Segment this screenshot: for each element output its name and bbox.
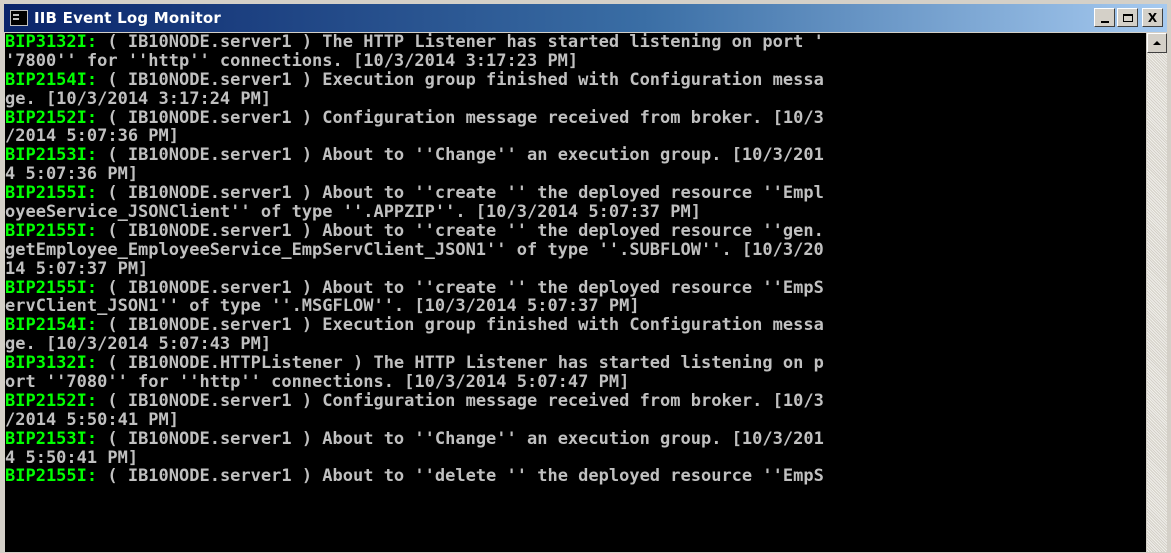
message-code: BIP2154I: bbox=[5, 315, 98, 336]
title-bar[interactable]: IIB Event Log Monitor X bbox=[4, 4, 1167, 32]
arrow-up-icon bbox=[1153, 41, 1161, 45]
window-controls: X bbox=[1094, 8, 1163, 27]
log-line: BIP2155I: ( IB10NODE.server1 ) About to … bbox=[5, 467, 1146, 486]
message-text: ( IB10NODE.HTTPListener ) The HTTP Liste… bbox=[97, 353, 824, 374]
message-text: 4 5:50:41 PM] bbox=[5, 447, 139, 468]
log-line: getEmployee_EmployeeService_EmpServClien… bbox=[5, 239, 1146, 260]
log-line: 14 5:07:37 PM] bbox=[5, 258, 1146, 279]
message-text: ( IB10NODE.server1 ) Configuration messa… bbox=[97, 390, 824, 411]
log-line: BIP2154I: ( IB10NODE.server1 ) Execution… bbox=[5, 316, 1146, 335]
log-line: /2014 5:07:36 PM] bbox=[5, 127, 1146, 146]
log-entry: BIP2154I: ( IB10NODE.server1 ) Execution… bbox=[5, 316, 1146, 354]
minimize-button[interactable] bbox=[1094, 8, 1115, 27]
message-text: ort ''7080'' for ''http'' connections. [… bbox=[5, 372, 630, 393]
log-entry: BIP3132I: ( IB10NODE.HTTPListener ) The … bbox=[5, 354, 1146, 392]
log-line: BIP2155I: ( IB10NODE.server1 ) About to … bbox=[5, 184, 1146, 203]
window-title: IIB Event Log Monitor bbox=[34, 9, 222, 27]
message-text: ervClient_JSON1'' of type ''.MSGFLOW''. … bbox=[5, 296, 640, 317]
message-code: BIP2155I: bbox=[5, 220, 98, 241]
log-line: ort ''7080'' for ''http'' connections. [… bbox=[5, 373, 1146, 392]
log-line: 4 5:07:36 PM] bbox=[5, 165, 1146, 184]
message-text: ( IB10NODE.server1 ) About to ''delete '… bbox=[97, 466, 824, 487]
message-code: BIP3132I: bbox=[5, 33, 98, 52]
message-text: oyeeService_JSONClient'' of type ''.APPZ… bbox=[5, 202, 701, 223]
message-text: getEmployee_EmployeeService_EmpServClien… bbox=[5, 239, 824, 260]
message-text: /2014 5:07:36 PM] bbox=[5, 126, 179, 147]
message-text: ( IB10NODE.server1 ) About to ''Change''… bbox=[97, 428, 824, 449]
log-line: BIP3132I: ( IB10NODE.HTTPListener ) The … bbox=[5, 354, 1146, 373]
message-text: ( IB10NODE.server1 ) Execution group fin… bbox=[97, 315, 824, 336]
log-entry: BIP2153I: ( IB10NODE.server1 ) About to … bbox=[5, 146, 1146, 184]
log-entry: BIP2152I: ( IB10NODE.server1 ) Configura… bbox=[5, 107, 1146, 147]
message-code: BIP2155I: bbox=[5, 183, 98, 204]
message-text: /2014 5:50:41 PM] bbox=[5, 409, 179, 430]
message-text: ( IB10NODE.server1 ) About to ''create '… bbox=[97, 220, 824, 241]
message-text: ge. [10/3/2014 3:17:24 PM] bbox=[5, 88, 272, 109]
console-app-icon[interactable] bbox=[10, 10, 28, 26]
log-line: ge. [10/3/2014 3:17:24 PM] bbox=[5, 88, 1146, 109]
log-line: BIP2154I: ( IB10NODE.server1 ) Execution… bbox=[5, 69, 1146, 90]
message-code: BIP2153I: bbox=[5, 428, 98, 449]
log-line: BIP2153I: ( IB10NODE.server1 ) About to … bbox=[5, 428, 1146, 449]
maximize-icon bbox=[1122, 13, 1133, 22]
log-line: /2014 5:50:41 PM] bbox=[5, 409, 1146, 430]
message-text: ( IB10NODE.server1 ) About to ''create '… bbox=[97, 183, 824, 204]
log-line: '7800'' for ''http'' connections. [10/3/… bbox=[5, 50, 1146, 71]
maximize-button[interactable] bbox=[1117, 8, 1138, 27]
log-line: oyeeService_JSONClient'' of type ''.APPZ… bbox=[5, 203, 1146, 222]
message-code: BIP2155I: bbox=[5, 277, 98, 298]
log-entry: BIP2152I: ( IB10NODE.server1 ) Configura… bbox=[5, 390, 1146, 430]
log-line: BIP2152I: ( IB10NODE.server1 ) Configura… bbox=[5, 390, 1146, 411]
log-console[interactable]: BIP3132I: ( IB10NODE.server1 ) The HTTP … bbox=[5, 33, 1146, 552]
log-line: BIP3132I: ( IB10NODE.server1 ) The HTTP … bbox=[5, 33, 1146, 52]
vertical-scrollbar[interactable] bbox=[1147, 33, 1167, 552]
message-text: 4 5:07:36 PM] bbox=[5, 164, 139, 185]
message-text: ( IB10NODE.server1 ) About to ''Change''… bbox=[97, 145, 824, 166]
message-code: BIP2152I: bbox=[5, 107, 98, 128]
message-text: ( IB10NODE.server1 ) The HTTP Listener h… bbox=[97, 33, 824, 52]
log-line: BIP2155I: ( IB10NODE.server1 ) About to … bbox=[5, 277, 1146, 298]
message-text: '7800'' for ''http'' connections. [10/3/… bbox=[5, 50, 579, 71]
message-text: ( IB10NODE.server1 ) About to ''create '… bbox=[97, 277, 824, 298]
log-entry: BIP2153I: ( IB10NODE.server1 ) About to … bbox=[5, 428, 1146, 468]
log-entry: BIP2155I: ( IB10NODE.server1 ) About to … bbox=[5, 277, 1146, 317]
close-icon: X bbox=[1147, 10, 1158, 25]
log-entry: BIP3132I: ( IB10NODE.server1 ) The HTTP … bbox=[5, 33, 1146, 71]
message-code: BIP3132I: bbox=[5, 353, 98, 374]
log-line: ge. [10/3/2014 5:07:43 PM] bbox=[5, 335, 1146, 354]
scroll-up-button[interactable] bbox=[1147, 33, 1167, 53]
log-line: BIP2155I: ( IB10NODE.server1 ) About to … bbox=[5, 220, 1146, 241]
log-line: 4 5:50:41 PM] bbox=[5, 447, 1146, 468]
log-entry: BIP2155I: ( IB10NODE.server1 ) About to … bbox=[5, 184, 1146, 222]
message-text: ge. [10/3/2014 5:07:43 PM] bbox=[5, 334, 272, 355]
app-window: IIB Event Log Monitor X BIP3132I: ( IB10… bbox=[0, 0, 1171, 553]
message-text: 14 5:07:37 PM] bbox=[5, 258, 149, 279]
log-line: BIP2152I: ( IB10NODE.server1 ) Configura… bbox=[5, 107, 1146, 128]
log-entry: BIP2155I: ( IB10NODE.server1 ) About to … bbox=[5, 220, 1146, 279]
message-text: ( IB10NODE.server1 ) Execution group fin… bbox=[97, 69, 824, 90]
message-code: BIP2154I: bbox=[5, 69, 98, 90]
message-code: BIP2152I: bbox=[5, 390, 98, 411]
log-entry: BIP2154I: ( IB10NODE.server1 ) Execution… bbox=[5, 69, 1146, 109]
close-button[interactable]: X bbox=[1142, 8, 1163, 27]
message-code: BIP2155I: bbox=[5, 466, 98, 487]
log-output: BIP3132I: ( IB10NODE.server1 ) The HTTP … bbox=[5, 33, 1146, 486]
minimize-icon bbox=[1100, 20, 1109, 23]
message-text: ( IB10NODE.server1 ) Configuration messa… bbox=[97, 107, 824, 128]
log-entry: BIP2155I: ( IB10NODE.server1 ) About to … bbox=[5, 467, 1146, 486]
log-line: ervClient_JSON1'' of type ''.MSGFLOW''. … bbox=[5, 297, 1146, 316]
message-code: BIP2153I: bbox=[5, 145, 98, 166]
log-line: BIP2153I: ( IB10NODE.server1 ) About to … bbox=[5, 146, 1146, 165]
